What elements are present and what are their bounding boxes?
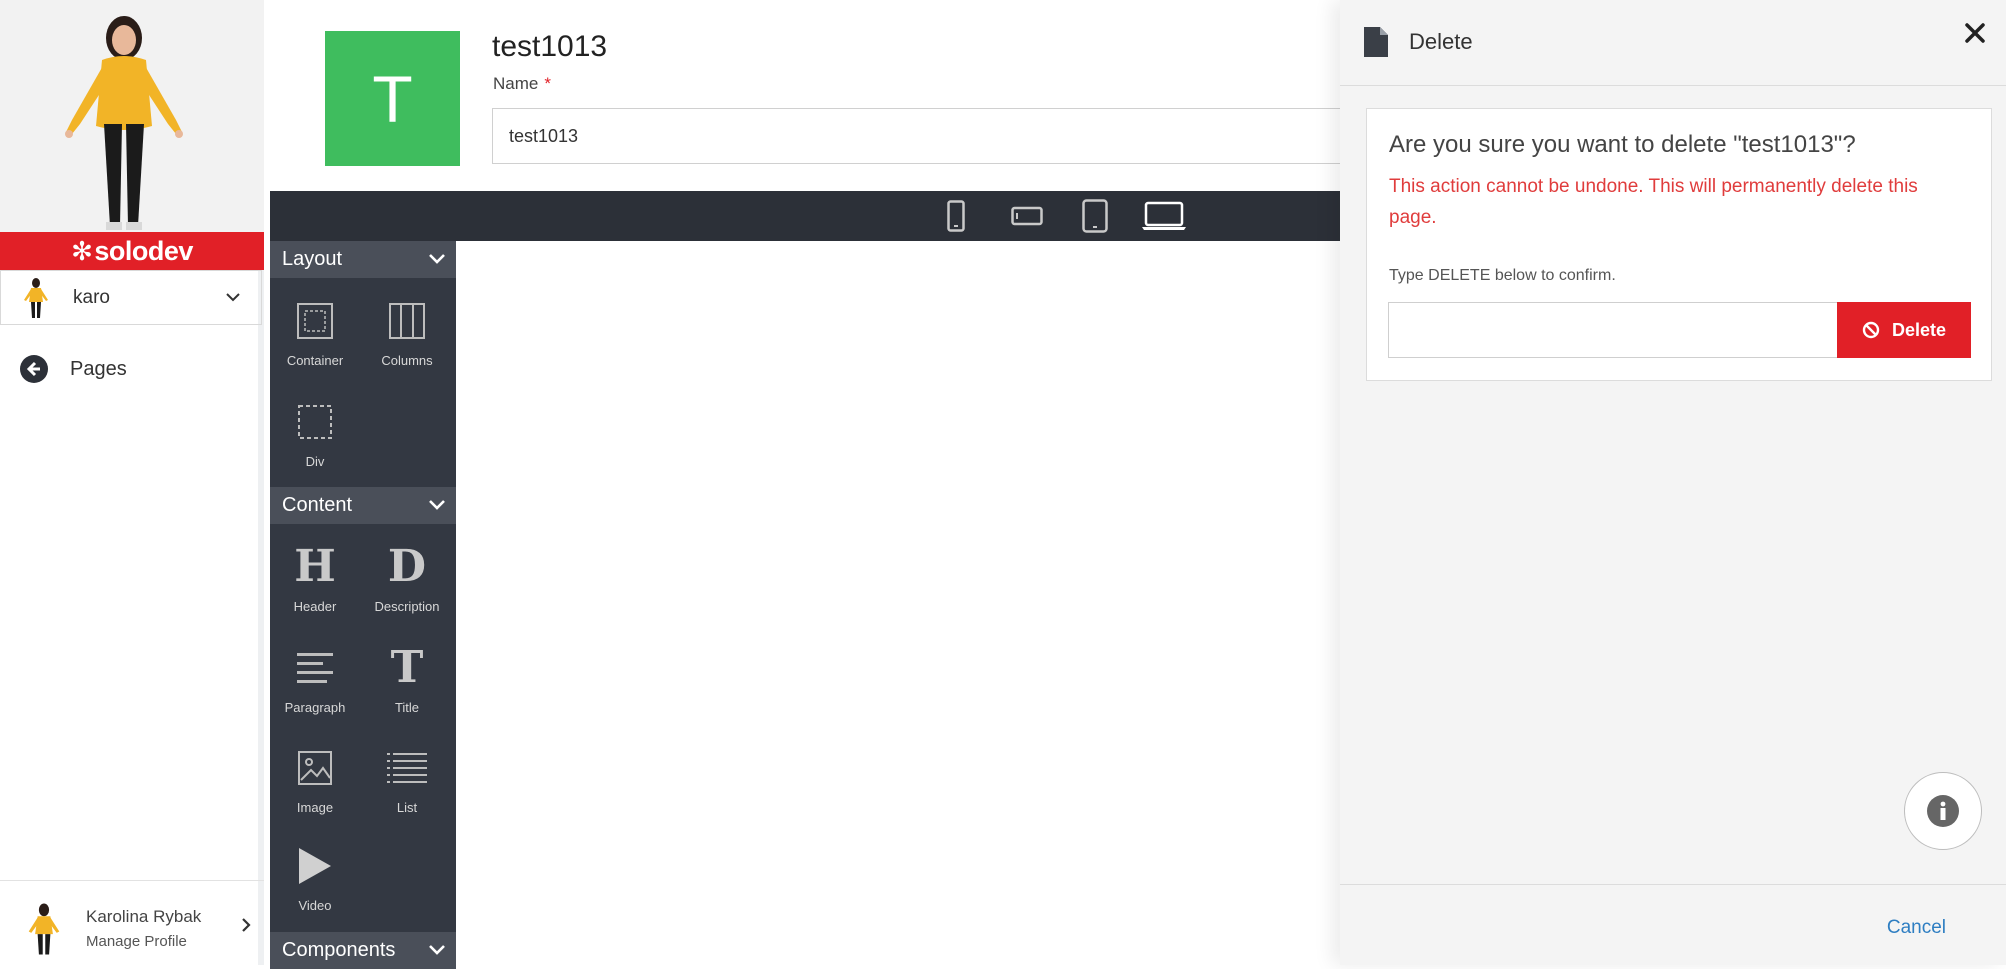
page-title: test1013 — [492, 30, 608, 63]
delete-instruction-text: Type DELETE below to confirm. — [1389, 267, 1616, 284]
title-icon: T — [390, 642, 424, 693]
delete-confirm-input[interactable] — [1388, 302, 1838, 358]
palette-item-title[interactable]: T Title — [362, 640, 452, 730]
palette-item-image[interactable]: Image — [270, 740, 360, 830]
account-name: karo — [73, 286, 110, 308]
play-icon — [299, 848, 331, 884]
palette-section-content[interactable]: Content — [270, 487, 456, 524]
palette-item-columns[interactable]: Columns — [362, 293, 452, 383]
paragraph-icon — [297, 653, 333, 683]
delete-confirm-question: Are you sure you want to delete "test101… — [1389, 131, 1856, 158]
palette-section-components[interactable]: Components — [270, 932, 456, 969]
mobile-portrait-icon[interactable] — [944, 198, 968, 234]
palette-item-label: List — [396, 800, 418, 815]
palette-item-video[interactable]: Video — [270, 838, 360, 928]
palette-item-description[interactable]: D Description — [362, 539, 452, 629]
delete-confirm-card: Are you sure you want to delete "test101… — [1366, 108, 1992, 381]
close-icon[interactable] — [1964, 22, 1986, 44]
chevron-down-icon — [429, 945, 445, 955]
account-selector[interactable]: karo — [0, 270, 262, 325]
palette-item-label: Columns — [381, 353, 433, 368]
mobile-landscape-icon[interactable] — [1010, 198, 1044, 234]
profile-name: Karolina Rybak — [86, 907, 202, 926]
pages-link-label: Pages — [70, 357, 127, 380]
chevron-down-icon — [429, 500, 445, 510]
document-icon — [1364, 27, 1388, 57]
palette-item-label: Video — [298, 898, 332, 913]
device-preview-toolbar — [270, 191, 1340, 241]
palette-item-label: Div — [305, 454, 325, 469]
component-palette: Layout Container Columns Div Content H H… — [270, 241, 456, 969]
palette-item-label: Image — [296, 800, 334, 815]
delete-panel-title: Delete — [1409, 29, 1473, 54]
delete-side-panel: Delete Are you sure you want to delete "… — [1340, 0, 2006, 965]
required-marker: * — [544, 74, 551, 93]
user-avatar-large — [0, 0, 264, 232]
palette-section-layout[interactable]: Layout — [270, 241, 456, 278]
ban-icon — [1862, 321, 1880, 339]
section-title: Layout — [282, 248, 343, 270]
description-icon: D — [387, 541, 427, 592]
chevron-down-icon — [226, 293, 240, 302]
palette-item-div[interactable]: Div — [270, 394, 360, 484]
brand-logo-bar: ✻ solodev — [0, 232, 264, 270]
back-to-pages-link[interactable]: Pages — [20, 355, 127, 383]
image-icon — [298, 751, 332, 785]
palette-item-label: Title — [394, 700, 420, 715]
columns-icon — [389, 303, 425, 339]
brand-name: solodev — [94, 235, 193, 266]
palette-item-label: Paragraph — [284, 700, 346, 715]
header-icon: H — [294, 541, 336, 592]
manage-profile-link[interactable]: Manage Profile — [86, 933, 187, 950]
delete-button[interactable]: Delete — [1837, 302, 1971, 358]
delete-panel-header: Delete — [1340, 0, 2006, 86]
laptop-icon[interactable] — [1142, 198, 1186, 234]
delete-warning-text: This action cannot be undone. This will … — [1389, 176, 1918, 228]
profile-avatar-icon — [28, 903, 60, 955]
tablet-icon[interactable] — [1080, 198, 1110, 234]
section-title: Content — [282, 494, 353, 516]
solodev-flower-icon: ✻ — [71, 235, 93, 266]
page-letter-tile: T — [325, 31, 460, 166]
palette-item-container[interactable]: Container — [270, 293, 360, 383]
palette-item-label: Container — [286, 353, 344, 368]
left-sidebar: ✻ solodev karo Pages Karolina Rybak Mana… — [0, 0, 264, 965]
info-button[interactable] — [1904, 772, 1982, 850]
account-avatar-icon — [24, 277, 48, 318]
page-name-input[interactable] — [492, 108, 1352, 164]
section-title: Components — [282, 939, 396, 961]
chevron-down-icon — [429, 254, 445, 264]
arrow-left-circle-icon — [20, 355, 48, 383]
palette-item-header[interactable]: H Header — [270, 539, 360, 629]
chevron-right-icon — [242, 918, 251, 932]
palette-item-list[interactable]: List — [362, 740, 452, 830]
name-field-label: Name * — [493, 74, 551, 94]
list-icon — [387, 753, 427, 783]
avatar-figure-icon — [65, 16, 183, 230]
div-icon — [298, 405, 332, 439]
palette-item-label: Description — [374, 599, 440, 614]
page-canvas[interactable] — [456, 241, 1340, 965]
delete-button-label: Delete — [1891, 319, 1947, 340]
container-icon — [297, 303, 333, 339]
palette-item-label: Header — [293, 599, 337, 614]
palette-item-paragraph[interactable]: Paragraph — [270, 640, 360, 730]
profile-footer[interactable]: Karolina Rybak Manage Profile — [0, 880, 264, 965]
name-label-text: Name — [493, 74, 539, 93]
delete-panel-footer: Cancel — [1340, 884, 2006, 965]
cancel-link[interactable]: Cancel — [1887, 917, 1946, 939]
page-header: T test1013 Name * — [270, 0, 1352, 191]
info-icon — [1927, 795, 1959, 827]
